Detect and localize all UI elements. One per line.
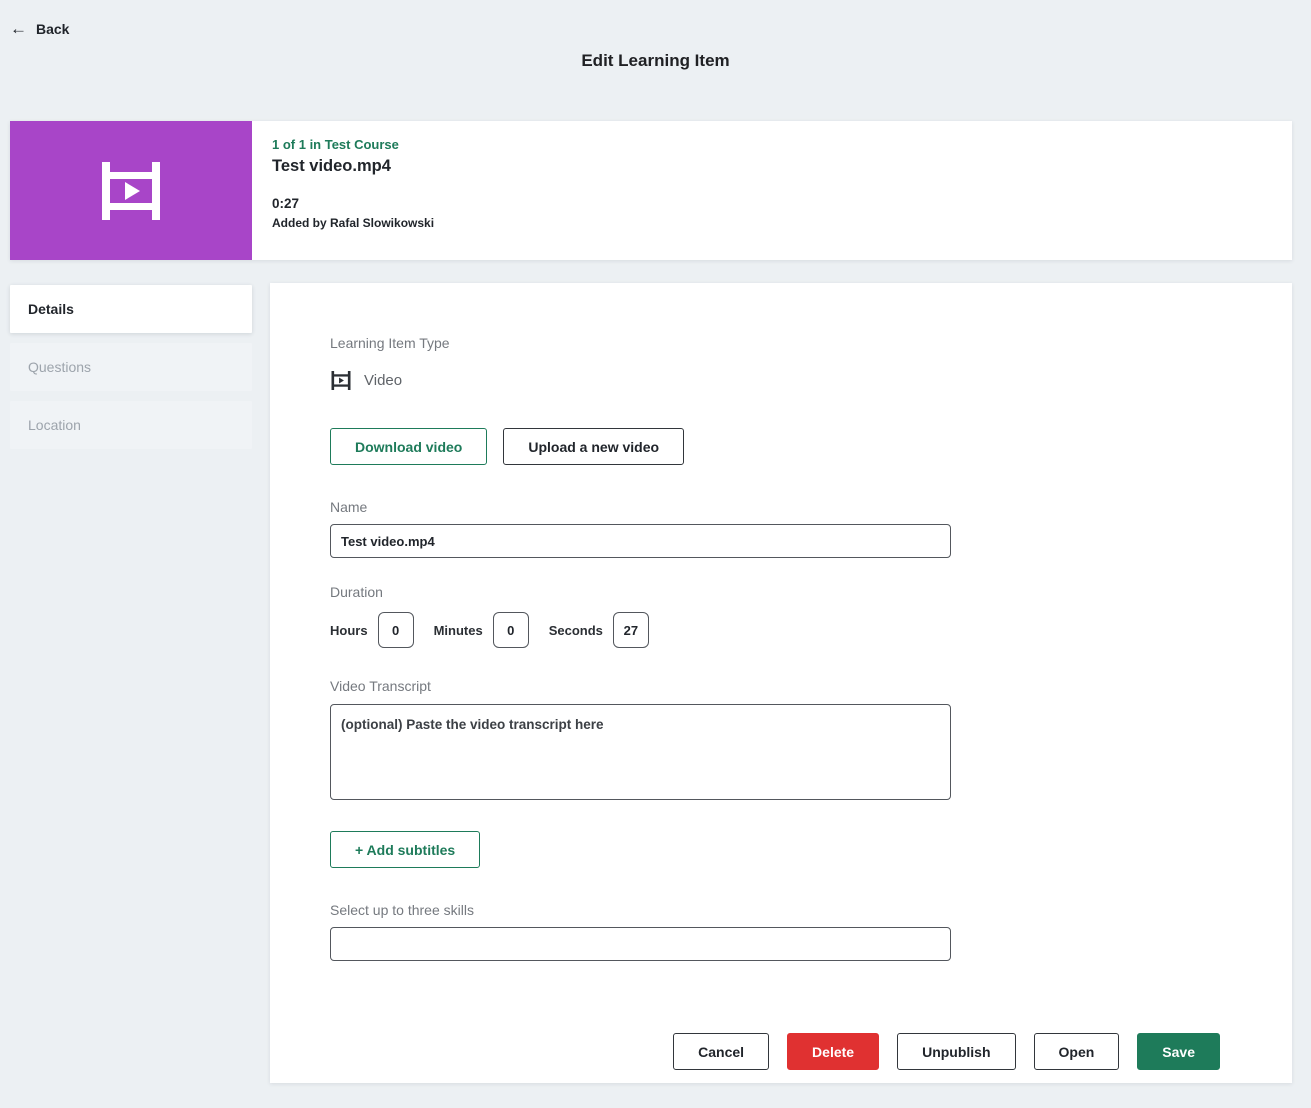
open-button[interactable]: Open bbox=[1034, 1033, 1120, 1070]
cancel-button[interactable]: Cancel bbox=[673, 1033, 769, 1070]
back-button[interactable]: ← Back bbox=[10, 20, 69, 37]
minutes-input[interactable] bbox=[493, 612, 529, 648]
skills-label: Select up to three skills bbox=[330, 902, 1292, 918]
media-header-card: 1 of 1 in Test Course Test video.mp4 0:2… bbox=[10, 121, 1292, 260]
media-info: 1 of 1 in Test Course Test video.mp4 0:2… bbox=[252, 121, 454, 260]
back-label: Back bbox=[36, 21, 69, 37]
upload-new-video-button[interactable]: Upload a new video bbox=[503, 428, 684, 465]
download-video-button[interactable]: Download video bbox=[330, 428, 487, 465]
hours-label: Hours bbox=[330, 623, 368, 638]
hours-input[interactable] bbox=[378, 612, 414, 648]
sidebar-item-label: Details bbox=[28, 301, 74, 317]
sidebar: Details Questions Location bbox=[10, 285, 252, 459]
action-buttons-row: Cancel Delete Unpublish Open Save bbox=[330, 1033, 1220, 1070]
page-title: Edit Learning Item bbox=[0, 51, 1311, 71]
seconds-input[interactable] bbox=[613, 612, 649, 648]
video-transcript-label: Video Transcript bbox=[330, 678, 1292, 694]
sidebar-item-details[interactable]: Details bbox=[10, 285, 252, 333]
media-added-by: Added by Rafal Slowikowski bbox=[272, 216, 434, 230]
sidebar-item-label: Questions bbox=[28, 359, 91, 375]
delete-button[interactable]: Delete bbox=[787, 1033, 879, 1070]
learning-item-type-value: Video bbox=[364, 372, 402, 389]
learning-item-type-label: Learning Item Type bbox=[330, 335, 1292, 351]
unpublish-button[interactable]: Unpublish bbox=[897, 1033, 1015, 1070]
sidebar-item-label: Location bbox=[28, 417, 81, 433]
video-transcript-textarea[interactable] bbox=[330, 704, 951, 800]
seconds-label: Seconds bbox=[549, 623, 603, 638]
video-film-icon bbox=[98, 162, 164, 220]
name-label: Name bbox=[330, 499, 1292, 515]
video-thumbnail bbox=[10, 121, 252, 260]
media-name: Test video.mp4 bbox=[272, 157, 434, 176]
media-duration: 0:27 bbox=[272, 196, 434, 211]
video-type-icon bbox=[330, 371, 352, 390]
minutes-label: Minutes bbox=[434, 623, 483, 638]
course-position: 1 of 1 in Test Course bbox=[272, 137, 434, 152]
back-arrow-icon: ← bbox=[10, 20, 27, 37]
save-button[interactable]: Save bbox=[1137, 1033, 1220, 1070]
edit-panel: Learning Item Type Video Download video … bbox=[270, 283, 1292, 1083]
add-subtitles-button[interactable]: + Add subtitles bbox=[330, 831, 480, 868]
skills-input[interactable] bbox=[330, 927, 951, 961]
sidebar-item-questions[interactable]: Questions bbox=[10, 343, 252, 391]
name-input[interactable] bbox=[330, 524, 951, 558]
duration-label: Duration bbox=[330, 584, 1292, 600]
sidebar-item-location[interactable]: Location bbox=[10, 401, 252, 449]
